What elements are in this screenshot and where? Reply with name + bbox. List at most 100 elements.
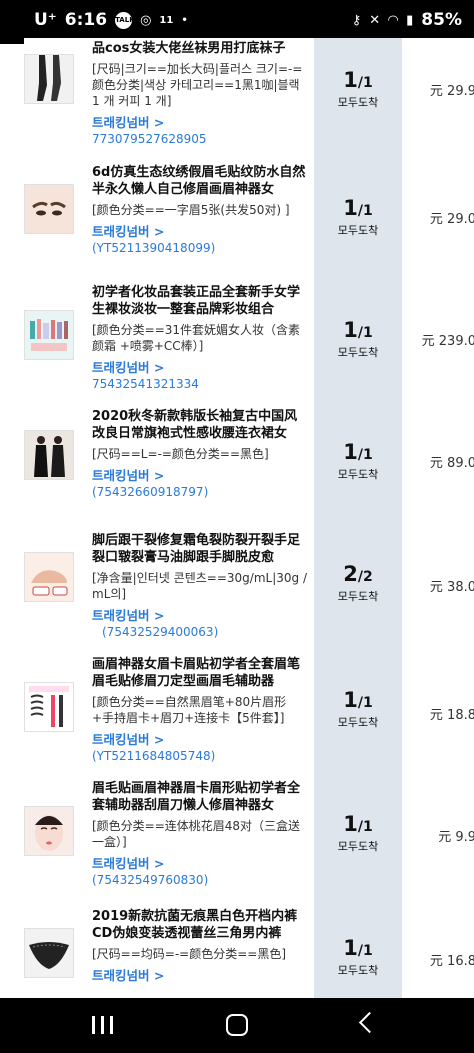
product-options: [尺码|크기==加长大码|플러스 크기=-=颜色分类|색상 카테고리==1黑1咖… [92, 62, 303, 108]
order-row[interactable]: 脚后跟干裂修复霜龟裂防裂开裂手足裂口皲裂膏马油脚跟手脚脱皮愈 [净含量|인터넷 … [24, 522, 474, 647]
order-row[interactable]: 初学者化妆品套装正品全套新手女学生裸妆淡妆一整套品牌彩妆组合 [颜色分类==31… [24, 274, 474, 399]
qty-total: 1 [363, 203, 373, 219]
order-info: 脚后跟干裂修复霜龟裂防裂开裂手足裂口皲裂膏马油脚跟手脚脱皮愈 [净含量|인터넷 … [92, 532, 307, 641]
status-text: 모두도착 [337, 468, 379, 481]
product-options: [颜色分类==31件套妩媚女人妆（含素颜霜 +喷雾+CC棒）] [92, 323, 301, 353]
order-info: 初学者化妆品套装正品全套新手女学生裸妆淡妆一整套品牌彩妆组合 [颜色分类==31… [92, 284, 307, 393]
status-text: 모두도착 [337, 224, 379, 237]
order-info: 品cos女装大佬丝袜男用打底袜子 [尺码|크기==加长大码|플러스 크기=-=颜… [92, 40, 307, 148]
qty-received: 1 [343, 318, 358, 342]
product-title[interactable]: 品cos女装大佬丝袜男用打底袜子 [92, 40, 307, 57]
tracking-label[interactable]: 트래킹넘버 > [92, 967, 307, 984]
mute-icon: ✕ [369, 12, 381, 28]
qty-total: 2 [363, 569, 373, 585]
status-text: 모두도착 [337, 590, 379, 603]
status-right: ⚷ ✕ ◠ ▮ 85% [352, 10, 462, 30]
order-row[interactable]: 2019新款抗菌无痕黑白色开档内裤CD伪娘变装透视蕾丝三角男内裤 [尺码==均码… [24, 896, 474, 998]
product-options: [颜色分类==自然黑眉笔+80片眉形+手持眉卡+眉刀+连接卡【5件套】] [92, 695, 287, 725]
tracking-number[interactable]: (75432529400063) [92, 624, 307, 641]
quantity-status: 1/1 모두도착 [314, 68, 402, 110]
tracking-label[interactable]: 트래킹넘버 > [92, 359, 307, 376]
quantity-status: 1/1 모두도착 [314, 812, 402, 854]
brow-kit-photo[interactable] [24, 682, 74, 732]
order-info: 眉毛贴画眉神器眉卡眉形贴初学者全套辅助器刮眉刀懒人修眉神器女 [颜色分类==连体… [92, 780, 307, 889]
quantity-status: 1/1 모두도착 [314, 936, 402, 978]
tracking-number[interactable]: (YT5211390418099) [92, 240, 307, 257]
stockings-photo[interactable] [24, 54, 74, 104]
product-options: [颜色分类==一字眉5张(共发50对) ] [92, 203, 290, 217]
qty-received: 1 [343, 812, 358, 836]
product-options: [尺码==均码=-=颜色分类==黑色] [92, 947, 287, 961]
status-left: U⁺ 6:16 TALK ◎ 11 • [34, 10, 188, 30]
qty-received: 1 [343, 936, 358, 960]
eyebrow-photo[interactable] [24, 184, 74, 234]
recent-apps-icon[interactable] [92, 1016, 114, 1034]
order-row[interactable]: 眉毛贴画眉神器眉卡眉形贴初学者全套辅助器刮眉刀懒人修眉神器女 [颜色分类==连体… [24, 770, 474, 897]
tracking-number[interactable]: (75432660918797) [92, 484, 307, 501]
price-label: 元 38.0 [429, 580, 474, 595]
product-options: [尺码==L=-=颜色分类==黑色] [92, 447, 269, 461]
tracking-label[interactable]: 트래킹넘버 > [92, 855, 307, 872]
order-row[interactable]: 画眉神器女眉卡眉贴初学者全套眉笔眉毛贴修眉刀定型画眉毛辅助器 [颜色分类==自然… [24, 646, 474, 771]
qty-total: 1 [363, 447, 373, 463]
tracking-label[interactable]: 트래킹넘버 > [92, 607, 307, 624]
order-info: 2019新款抗菌无痕黑白色开档内裤CD伪娘变装透视蕾丝三角男内裤 [尺码==均码… [92, 908, 307, 984]
cosmetics-photo[interactable] [24, 310, 74, 360]
signal-icon: ▮ [406, 12, 414, 28]
order-row[interactable]: 2020秋冬新款韩版长袖复古中国风改良日常旗袍式性感收腰连衣裙女 [尺码==L=… [24, 398, 474, 523]
key-icon: ⚷ [351, 12, 362, 28]
price-label: 元 29.0 [429, 212, 474, 227]
tracking-label[interactable]: 트래킹넘버 > [92, 114, 307, 131]
quantity-status: 1/1 모두도착 [314, 688, 402, 730]
product-title[interactable]: 脚后跟干裂修复霜龟裂防裂开裂手足裂口皲裂膏马油脚跟手脚脱皮愈 [92, 532, 307, 566]
product-title[interactable]: 6d仿真生态纹绣假眉毛贴纹防水自然半永久懒人自己修眉画眉神器女 [92, 164, 307, 198]
product-title[interactable]: 眉毛贴画眉神器眉卡眉形贴初学者全套辅助器刮眉刀懒人修眉神器女 [92, 780, 307, 814]
tracking-number[interactable]: (75432549760830) [92, 872, 307, 889]
time-label: 6:16 [64, 10, 108, 30]
order-info: 6d仿真生态纹绣假眉毛贴纹防水自然半永久懒人自己修眉画眉神器女 [颜色分类==一… [92, 164, 307, 257]
order-list[interactable]: 品cos女装大佬丝袜男用打底袜子 [尺码|크기==加长大码|플러스 크기=-=颜… [0, 38, 474, 998]
tracking-label[interactable]: 트래킹넘버 > [92, 223, 307, 240]
status-text: 모두도착 [337, 716, 379, 729]
home-icon[interactable] [226, 1014, 248, 1036]
qty-received: 2 [343, 562, 358, 586]
product-title[interactable]: 初学者化妆品套装正品全套新手女学生裸妆淡妆一整套品牌彩妆组合 [92, 284, 307, 318]
qty-total: 1 [363, 695, 373, 711]
tracking-number[interactable]: (YT5211684805748) [92, 748, 307, 765]
price-label: 元 9.9 [438, 830, 474, 845]
tracking-number[interactable]: 75432541321334 [92, 376, 307, 393]
tracking-label[interactable]: 트래킹넘버 > [92, 467, 307, 484]
tracking-label[interactable]: 트래킹넘버 > [92, 731, 307, 748]
dress-photo[interactable] [24, 430, 74, 480]
back-icon[interactable] [358, 1011, 381, 1034]
status-text: 모두도착 [337, 346, 379, 359]
quantity-status: 1/1 모두도착 [314, 440, 402, 482]
battery-label: 85% [421, 10, 462, 30]
status-text: 모두도착 [337, 840, 379, 853]
carrier-label: U⁺ [34, 10, 57, 30]
tracking-number[interactable]: 773079527628905 [92, 131, 307, 148]
foot-cream-photo[interactable] [24, 552, 74, 602]
qty-received: 1 [343, 440, 358, 464]
product-options: [颜色分类==连体桃花眉48对（三盒送一盒）] [92, 819, 301, 849]
order-row[interactable]: 品cos女装大佬丝袜男用打底袜子 [尺码|크기==加长大码|플러스 크기=-=颜… [24, 38, 474, 155]
dot-label: • [181, 14, 188, 26]
product-options: [净含量|인터넷 콘텐츠==30g/mL|30g / mL의] [92, 571, 307, 601]
qty-total: 1 [363, 325, 373, 341]
face-photo[interactable] [24, 806, 74, 856]
order-row[interactable]: 6d仿真生态纹绣假眉毛贴纹防水自然半永久懒人自己修眉画眉神器女 [颜色分类==一… [24, 154, 474, 275]
product-title[interactable]: 2019新款抗菌无痕黑白色开档内裤CD伪娘变装透视蕾丝三角男内裤 [92, 908, 307, 942]
product-title[interactable]: 画眉神器女眉卡眉贴初学者全套眉笔眉毛贴修眉刀定型画眉毛辅助器 [92, 656, 307, 690]
product-title[interactable]: 2020秋冬新款韩版长袖复古中国风改良日常旗袍式性感收腰连衣裙女 [92, 408, 307, 442]
wifi-icon: ◠ [388, 12, 399, 28]
price-label: 元 89.0 [429, 456, 474, 471]
qty-total: 1 [363, 943, 373, 959]
extra-label: 11 [159, 14, 174, 26]
status-text: 모두도착 [337, 96, 379, 109]
order-info: 2020秋冬新款韩版长袖复古中国风改良日常旗袍式性感收腰连衣裙女 [尺码==L=… [92, 408, 307, 501]
qty-received: 1 [343, 196, 358, 220]
qty-total: 1 [363, 75, 373, 91]
price-label: 元 239.0 [421, 334, 474, 349]
lace-photo[interactable] [24, 928, 74, 978]
qty-total: 1 [363, 819, 373, 835]
